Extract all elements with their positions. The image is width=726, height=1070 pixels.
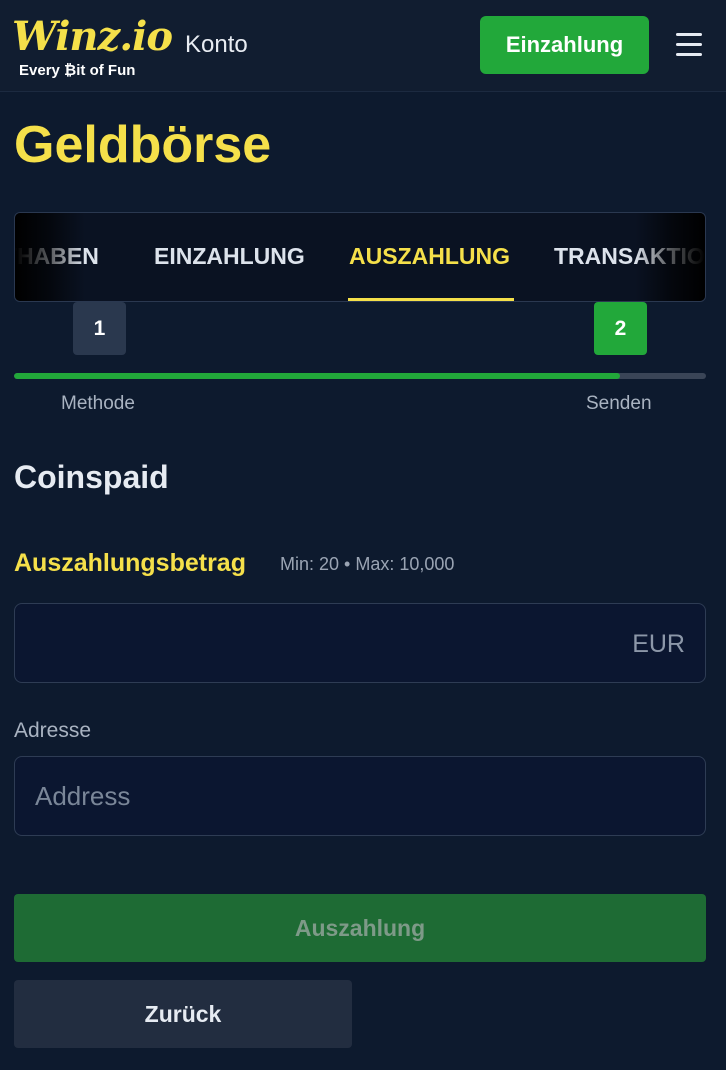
winz-logo[interactable]: Winz.io Every ₿it of Fun [12, 12, 173, 84]
step-1-badge: 1 [73, 302, 126, 355]
top-header: Winz.io Every ₿it of Fun Konto Einzahlun… [0, 0, 726, 92]
currency-label: EUR [632, 630, 685, 658]
address-input[interactable] [15, 757, 705, 835]
logo-tagline: Every ₿it of Fun [19, 62, 136, 79]
address-field [14, 756, 706, 836]
step-2-label: Senden [586, 393, 652, 414]
tabs-scroll-fade-left [15, 213, 85, 301]
amount-field: EUR [14, 603, 706, 683]
deposit-button[interactable]: Einzahlung [480, 16, 649, 74]
step-2-badge: 2 [594, 302, 647, 355]
withdraw-submit-button[interactable]: Auszahlung [14, 894, 706, 962]
amount-limits: Min: 20 • Max: 10,000 [280, 554, 455, 574]
active-tab-indicator [348, 298, 514, 301]
back-button[interactable]: Zurück [14, 980, 352, 1048]
hamburger-menu-icon[interactable] [674, 30, 704, 60]
amount-input[interactable] [15, 604, 705, 682]
address-label: Adresse [14, 719, 92, 742]
tabs-scroll-fade-right [635, 213, 705, 301]
step-progress-fill [14, 373, 620, 379]
tab-auszahlung[interactable]: AUSZAHLUNG [349, 213, 510, 301]
nav-konto-link[interactable]: Konto [185, 30, 248, 60]
step-progress-bar [14, 373, 706, 379]
wallet-tabs: THABEN EINZAHLUNG AUSZAHLUNG TRANSAKTIO [14, 212, 706, 302]
payment-method-title: Coinspaid [14, 459, 169, 495]
step-1-label: Methode [61, 393, 135, 414]
page-title: Geldbörse [14, 116, 272, 174]
tab-einzahlung[interactable]: EINZAHLUNG [154, 213, 305, 301]
amount-label: Auszahlungsbetrag [14, 549, 246, 577]
logo-wordmark: Winz.io [12, 13, 173, 60]
